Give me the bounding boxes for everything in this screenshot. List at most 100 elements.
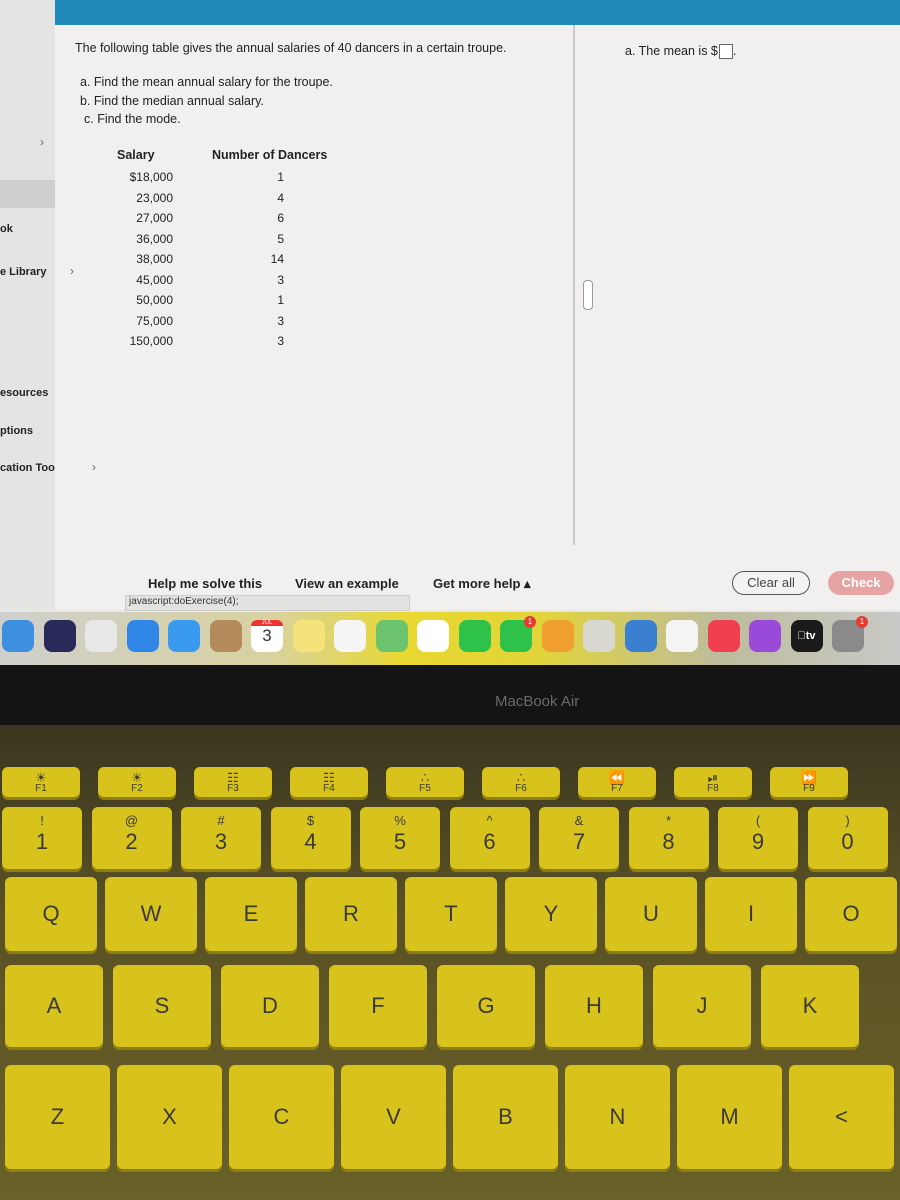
key-f9[interactable]: ⏩ F9 [770, 767, 848, 797]
clear-all-button[interactable]: Clear all [732, 571, 810, 595]
key-comma[interactable]: < [789, 1065, 894, 1169]
key-d[interactable]: D [221, 965, 319, 1047]
dock-reminders-icon[interactable] [334, 620, 366, 652]
key-label: F5 [419, 783, 431, 794]
key-symbol: ! [40, 813, 44, 828]
brand-label: MacBook Air [495, 693, 580, 710]
key-5[interactable]: % 5 [360, 807, 440, 869]
key-j[interactable]: J [653, 965, 751, 1047]
key-y[interactable]: Y [505, 877, 597, 951]
dock-keynote-icon[interactable] [624, 620, 657, 652]
chevron-right-icon[interactable]: › [70, 264, 74, 278]
key-q[interactable]: Q [5, 877, 97, 951]
key-8[interactable]: * 8 [628, 807, 709, 869]
key-label: 9 [751, 829, 765, 854]
dock-calendar-icon[interactable]: JUL 3 [251, 620, 283, 652]
sidebar-item-options[interactable]: ptions [0, 425, 33, 437]
key-symbol: $ [306, 813, 315, 828]
help-me-solve-button[interactable]: Help me solve this [148, 576, 262, 591]
dancer-count-cell: 5 [277, 231, 284, 246]
key-label: F4 [323, 783, 335, 794]
key-7[interactable]: & 7 [539, 807, 619, 869]
key-label: C [273, 1104, 290, 1129]
key-n[interactable]: N [565, 1065, 670, 1169]
dock-launchpad-icon[interactable] [85, 620, 117, 652]
get-more-help-button[interactable]: Get more help ▴ [433, 576, 531, 592]
key-f1[interactable]: ☀ F1 [2, 767, 80, 797]
key-e[interactable]: E [205, 877, 297, 951]
key-label: F2 [131, 783, 143, 794]
key-f7[interactable]: ⏪ F7 [578, 767, 656, 797]
key-label: T [444, 901, 458, 926]
dock-facetime-icon[interactable]: 1 [500, 616, 536, 652]
key-1[interactable]: ! 1 [2, 807, 82, 869]
key-z[interactable]: Z [5, 1065, 110, 1169]
dock-mail-icon[interactable] [168, 620, 200, 652]
dock-photos-icon[interactable] [417, 620, 449, 652]
key-f2[interactable]: ☀ F2 [98, 767, 176, 797]
problem-part-a: a. Find the mean annual salary for the t… [80, 75, 333, 89]
key-a[interactable]: A [5, 965, 103, 1047]
key-s[interactable]: S [113, 965, 211, 1047]
dock-music-icon[interactable] [707, 620, 740, 652]
key-v[interactable]: V [341, 1065, 446, 1169]
key-c[interactable]: C [229, 1065, 334, 1169]
key-f[interactable]: F [329, 965, 427, 1047]
salary-cell: 150,000 [129, 334, 173, 348]
key-9[interactable]: (9 [718, 807, 798, 869]
dancer-count-cell: 6 [277, 211, 284, 225]
key-b[interactable]: B [453, 1065, 558, 1169]
view-example-button[interactable]: View an example [295, 576, 399, 591]
key-symbol: & [574, 813, 584, 828]
key-label: Q [42, 901, 60, 926]
dock-notes-icon[interactable] [292, 620, 325, 652]
key-w[interactable]: W [105, 877, 197, 951]
key-label: 2 [125, 829, 138, 854]
dock-system-preferences-icon[interactable]: 1 [832, 616, 868, 652]
key-o[interactable]: O [805, 877, 897, 951]
keyboard: ☀ F1 ☀ F2 ☷ F3 ☷ F4 ∴ F5 ∴ F6 ⏪ F7 ⏯ F8 ⏩ F9! 1 @2 #3 $4% 5 ^ 6 &… [0, 725, 900, 1200]
key-f6[interactable]: ∴ F6 [482, 767, 560, 797]
chevron-right-icon[interactable]: › [40, 135, 44, 149]
dock-messages-icon[interactable] [458, 620, 491, 652]
check-answer-button[interactable]: Check [828, 571, 894, 595]
key-f4[interactable]: ☷ F4 [290, 767, 368, 797]
key-4[interactable]: $4 [270, 807, 351, 869]
dock-contacts-icon[interactable] [209, 620, 242, 652]
sidebar-item-book[interactable]: ok [0, 223, 13, 235]
key-i[interactable]: I [705, 877, 797, 951]
key-3[interactable]: #3 [181, 807, 261, 869]
sidebar-item-library[interactable]: e Library [0, 266, 46, 278]
key-u[interactable]: U [605, 877, 697, 951]
key-m[interactable]: M [677, 1065, 782, 1169]
key-f5[interactable]: ∴ F5 [386, 767, 464, 797]
dock-safari-icon[interactable] [126, 620, 159, 652]
key-h[interactable]: H [545, 965, 643, 1047]
key-r[interactable]: R [305, 877, 397, 951]
dock-finder-icon[interactable] [2, 620, 34, 652]
notification-badge: 1 [524, 616, 536, 628]
key-6[interactable]: ^ 6 [449, 807, 530, 869]
key-t[interactable]: T [405, 877, 497, 951]
key-g[interactable]: G [437, 965, 535, 1047]
dock-numbers-icon[interactable] [583, 620, 615, 652]
key-x[interactable]: X [117, 1065, 222, 1169]
key-2[interactable]: @2 [91, 807, 172, 869]
chevron-right-icon[interactable]: › [92, 460, 96, 474]
dock-tv-icon[interactable]: tv [790, 620, 823, 652]
key-label: E [243, 901, 259, 926]
sidebar-item-resources[interactable]: esources [0, 387, 48, 399]
pane-resize-handle[interactable] [583, 280, 593, 310]
dock-news-icon[interactable] [666, 620, 698, 652]
dock-pages-icon[interactable] [541, 620, 574, 652]
dancer-count-cell: 3 [277, 313, 284, 328]
key-f3[interactable]: ☷ F3 [194, 767, 272, 797]
answer-prompt: a. The mean is $. [625, 44, 736, 60]
dock-podcasts-icon[interactable] [749, 620, 781, 652]
dock-siri-icon[interactable] [43, 620, 76, 652]
dock-maps-icon[interactable] [375, 620, 408, 652]
mean-answer-input[interactable] [718, 44, 733, 60]
key-f8[interactable]: ⏯ F8 [674, 767, 752, 797]
key-k[interactable]: K [761, 965, 859, 1047]
key-0[interactable]: ) 0 [807, 807, 888, 869]
